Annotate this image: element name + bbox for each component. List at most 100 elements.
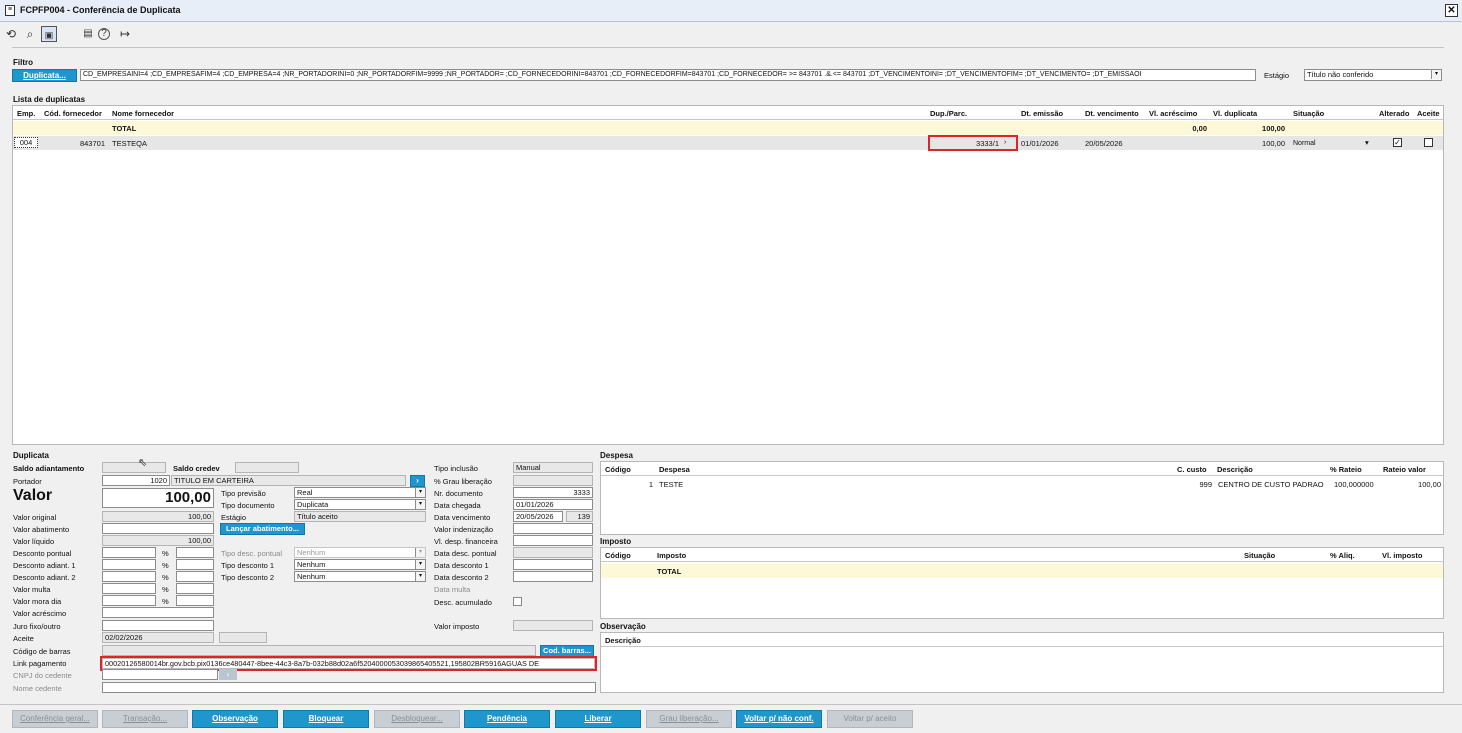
transacao-button[interactable]: Transação... [102,710,188,728]
row-emp[interactable]: 004 [14,137,38,148]
save-icon[interactable]: ▣ [41,26,57,42]
valor-multa-pct-field[interactable] [102,583,156,594]
liberar-button[interactable]: Liberar [555,710,641,728]
desconto-adiant2-value-field[interactable] [176,571,214,582]
alterado-checkbox[interactable]: ✓ [1393,138,1402,147]
despesa-table: Código Despesa C. custo Descrição % Rate… [600,461,1444,535]
data-desconto1-field[interactable] [513,559,593,570]
despesa-col-codigo: Código [605,465,631,474]
conferencia-geral-button[interactable]: Conferência geral... [12,710,98,728]
total-duplicata: 100,00 [1262,124,1285,133]
lancar-abatimento-button[interactable]: Lançar abatimento... [220,523,305,535]
despesa-ccusto: 999 [1199,480,1212,489]
valor-abatimento-field[interactable] [102,523,214,534]
imposto-col-situacao: Situação [1244,551,1276,560]
desconto-pontual-pct-field[interactable] [102,547,156,558]
data-vencimento-field[interactable]: 20/05/2026 [513,511,563,522]
voltar-aceito-button[interactable]: Voltar p/ aceito [827,710,913,728]
despesa-nome: TESTE [659,480,684,489]
valor-indenizacao-field[interactable] [513,523,593,534]
row-emissao: 01/01/2026 [1021,139,1059,148]
filter-query-field[interactable]: CD_EMPRESAINI=4 ;CD_EMPRESAFIM=4 ;CD_EMP… [80,69,1256,81]
valor-mora-value-field[interactable] [176,595,214,606]
vl-desp-financeira-field[interactable] [513,535,593,546]
data-desconto2-field[interactable] [513,571,593,582]
situacao-dropdown-icon[interactable]: ▾ [1365,138,1369,147]
aceite-checkbox[interactable] [1424,138,1433,147]
tipo-previsao-value: Real [297,488,313,497]
tipo-desc-pontual-select[interactable]: Nenhum ▾ [294,547,426,558]
desc-acumulado-checkbox[interactable] [513,597,522,606]
total-label: TOTAL [112,124,137,133]
data-chegada-field[interactable]: 01/01/2026 [513,499,593,510]
col-dt-emissao: Dt. emissão [1021,109,1064,118]
nr-documento-field[interactable]: 3333 [513,487,593,498]
col-emp: Emp. [17,109,36,118]
row-vencimento: 20/05/2026 [1085,139,1123,148]
aceite-label: Aceite [13,634,34,643]
valor-imposto-label: Valor imposto [434,622,480,631]
despesa-col-ccusto: C. custo [1177,465,1207,474]
nome-cedente-field[interactable] [102,682,596,693]
calendar-icon[interactable]: ▤ [80,26,96,42]
pendencia-button[interactable]: Pendência [464,710,550,728]
stage-select[interactable]: Título não conferido ▾ [1304,69,1442,81]
tipo-documento-label: Tipo documento [221,501,275,510]
data-chegada-label: Data chegada [434,501,481,510]
imposto-col-codigo: Código [605,551,631,560]
tipo-documento-select[interactable]: Duplicata ▾ [294,499,426,510]
exit-icon[interactable]: ↦ [117,26,133,42]
juro-field[interactable] [102,620,214,631]
app-icon: ≡ [5,5,15,16]
nome-cedente-label: Nome cedente [13,684,62,693]
observacao-section-title: Observação [600,622,646,631]
col-dup-parc: Dup./Parc. [930,109,968,118]
row-situacao[interactable]: Normal [1293,140,1316,147]
bloquear-button[interactable]: Bloquear [283,710,369,728]
expand-arrow-icon[interactable]: › [1004,139,1006,146]
col-aceite: Aceite [1417,109,1440,118]
tipo-previsao-select[interactable]: Real ▾ [294,487,426,498]
cnpj-next-button[interactable]: › [219,669,237,680]
desconto-adiant2-pct-field[interactable] [102,571,156,582]
desconto-adiant1-pct-field[interactable] [102,559,156,570]
despesa-section-title: Despesa [600,451,633,460]
duplicata-filter-button[interactable]: Duplicata... [12,69,77,82]
nr-documento-label: Nr. documento [434,489,483,498]
portador-number-field[interactable]: 1020 [102,475,170,486]
portador-label: Portador [13,477,42,486]
col-vl-duplicata: Vl. duplicata [1213,109,1258,118]
observacao-button[interactable]: Observação [192,710,278,728]
tipo-desconto2-select[interactable]: Nenhum ▾ [294,571,426,582]
table-row[interactable]: 004 843701 TESTEQA 3333/1 › 01/01/2026 2… [13,135,1443,151]
desbloquear-button[interactable]: Desbloquear... [374,710,460,728]
desconto-adiant1-value-field[interactable] [176,559,214,570]
aceite-date-field: 02/02/2026 [102,632,214,643]
window-title: FCPFP004 - Conferência de Duplicata [20,5,181,15]
grau-liberacao-button[interactable]: Grau liberação... [646,710,732,728]
cnpj-cedente-field[interactable] [102,669,218,680]
despesa-col-rateio-valor: Rateio valor [1383,465,1426,474]
data-multa-label: Data multa [434,585,471,594]
col-vl-acrescimo: Vl. acréscimo [1149,109,1198,118]
valor-field[interactable]: 100,00 [102,488,214,508]
help-icon[interactable]: ? [98,28,110,40]
portador-next-button[interactable]: › [410,475,425,487]
valor-multa-value-field[interactable] [176,583,214,594]
link-pagamento-field[interactable]: 00020126580014br.gov.bcb.pix0136ce480447… [102,658,595,669]
valor-mora-pct-field[interactable] [102,595,156,606]
close-button[interactable]: ✕ [1445,4,1458,17]
tipo-desconto1-select[interactable]: Nenhum ▾ [294,559,426,570]
imposto-total-label: TOTAL [657,567,682,576]
aceite-extra-field [219,632,267,643]
imposto-col-imposto: Imposto [657,551,687,560]
valor-indenizacao-label: Valor indenização [434,525,494,534]
desconto-pontual-pct: % [162,549,169,558]
refresh-icon[interactable]: ⟲ [3,26,19,42]
desconto-pontual-value-field[interactable] [176,547,214,558]
data-vencimento-days: 139 [566,511,593,522]
valor-acrescimo-field[interactable] [102,607,214,618]
voltar-nao-conf-button[interactable]: Voltar p/ não conf. [736,710,822,728]
table-row[interactable]: 1 TESTE 999 CENTRO DE CUSTO PADRAO 100,0… [601,478,1443,491]
search-icon[interactable]: ⌕ [22,26,38,42]
